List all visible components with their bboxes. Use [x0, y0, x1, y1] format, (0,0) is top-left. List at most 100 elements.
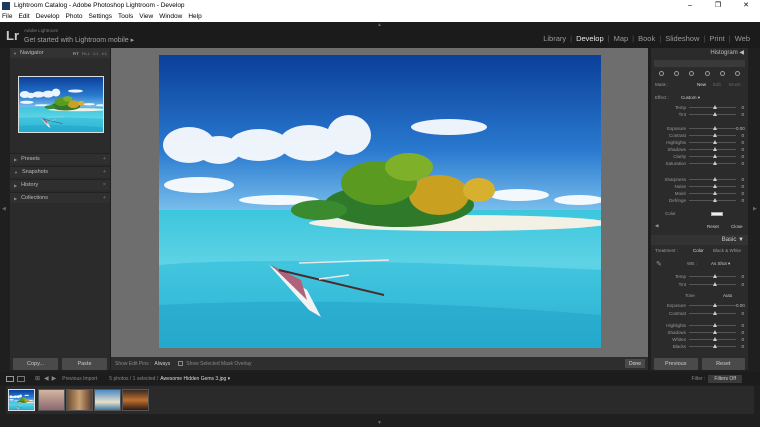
- radial-filter-icon[interactable]: [719, 70, 725, 76]
- slider-value[interactable]: 0: [736, 344, 744, 349]
- slider-track[interactable]: [689, 139, 736, 144]
- slider-blacks[interactable]: Blacks 0: [655, 343, 744, 349]
- slider-knob[interactable]: [712, 153, 717, 158]
- slider-value[interactable]: 0.00: [736, 126, 745, 131]
- slider-track[interactable]: [689, 125, 736, 130]
- histogram-header[interactable]: Histogram ◀: [651, 48, 748, 58]
- slider-track[interactable]: [689, 273, 736, 278]
- slider-value[interactable]: 0: [736, 154, 744, 159]
- zoom-1-1[interactable]: 1:1: [93, 51, 99, 56]
- slider-track[interactable]: [689, 153, 736, 158]
- slider-knob[interactable]: [712, 329, 717, 334]
- mask-new[interactable]: New: [697, 82, 706, 87]
- module-map[interactable]: Map: [610, 34, 633, 43]
- collapse-bottom-arrow-icon[interactable]: ▼: [377, 420, 382, 426]
- slider-value[interactable]: 0: [736, 311, 744, 316]
- module-print[interactable]: Print: [705, 34, 728, 43]
- slider-value[interactable]: 0: [736, 105, 744, 110]
- basic-panel-header[interactable]: Basic ▼: [651, 235, 748, 245]
- slider-temp[interactable]: Temp 0: [655, 273, 744, 279]
- second-window-icon[interactable]: [17, 375, 25, 382]
- mask-close-button[interactable]: Close: [731, 224, 743, 229]
- slider-exposure[interactable]: Exposure 0.00: [655, 302, 745, 308]
- slider-track[interactable]: [689, 190, 736, 195]
- paste-button[interactable]: Paste: [62, 358, 107, 370]
- spot-removal-icon[interactable]: [674, 70, 680, 76]
- slider-track[interactable]: [689, 197, 736, 202]
- slider-value[interactable]: 0: [736, 140, 744, 145]
- slider-tint[interactable]: Tint 0: [655, 281, 744, 287]
- slider-knob[interactable]: [712, 310, 717, 315]
- menu-file[interactable]: File: [2, 13, 12, 20]
- graduated-filter-icon[interactable]: [704, 70, 710, 76]
- slider-track[interactable]: [689, 322, 736, 327]
- slider-moir[interactable]: Moiré 0: [655, 190, 744, 196]
- slider-temp[interactable]: Temp 0: [655, 104, 744, 110]
- filmstrip-thumbnail[interactable]: [94, 389, 121, 411]
- slider-track[interactable]: [689, 336, 736, 341]
- slider-track[interactable]: [689, 329, 736, 334]
- collapse-right-arrow-icon[interactable]: ▶: [753, 206, 757, 212]
- slider-tint[interactable]: Tint 0: [655, 111, 744, 117]
- slider-knob[interactable]: [712, 139, 717, 144]
- slider-contrast[interactable]: Contrast 0: [655, 310, 744, 316]
- slider-knob[interactable]: [712, 160, 717, 165]
- slider-value[interactable]: 0: [736, 323, 744, 328]
- copy-button[interactable]: Copy...: [13, 358, 58, 370]
- slider-knob[interactable]: [712, 176, 717, 181]
- module-library[interactable]: Library: [539, 34, 570, 43]
- adjustment-brush-icon[interactable]: [734, 70, 740, 76]
- slider-knob[interactable]: [712, 281, 717, 286]
- mask-reset-button[interactable]: Reset: [707, 224, 719, 229]
- image-canvas[interactable]: [111, 48, 648, 357]
- mask-brush[interactable]: Brush: [729, 82, 741, 87]
- slider-track[interactable]: [689, 104, 736, 109]
- slider-clarity[interactable]: Clarity 0: [655, 153, 744, 159]
- add-collection-icon[interactable]: +: [103, 195, 106, 201]
- slider-knob[interactable]: [712, 183, 717, 188]
- mask-edit[interactable]: Edit: [713, 82, 721, 87]
- done-button[interactable]: Done: [625, 359, 645, 368]
- menu-window[interactable]: Window: [159, 13, 182, 20]
- slider-value[interactable]: 0: [736, 133, 744, 138]
- slider-knob[interactable]: [712, 125, 717, 130]
- maximize-icon[interactable]: ❐: [704, 0, 732, 11]
- slider-value[interactable]: 0: [736, 274, 744, 279]
- grid-icon[interactable]: ⊞: [35, 375, 40, 382]
- slider-track[interactable]: [689, 160, 736, 165]
- menu-view[interactable]: View: [139, 13, 153, 20]
- history-panel-header[interactable]: ▶ History ×: [10, 179, 110, 190]
- treatment-bw[interactable]: Black & White: [713, 248, 741, 253]
- slider-value[interactable]: 0: [736, 191, 744, 196]
- selected-filename[interactable]: Awesome Hidden Gems 3.jpg ▾: [160, 376, 230, 382]
- mask-overlay-checkbox[interactable]: [178, 361, 184, 366]
- slider-value[interactable]: 0: [736, 112, 744, 117]
- slider-value[interactable]: 0: [736, 177, 744, 182]
- slider-whites[interactable]: Whites 0: [655, 336, 744, 342]
- slider-highlights[interactable]: Highlights 0: [655, 139, 744, 145]
- navigator-preview[interactable]: [18, 76, 104, 133]
- slider-track[interactable]: [689, 343, 736, 348]
- color-swatch[interactable]: [711, 212, 723, 216]
- slider-knob[interactable]: [712, 273, 717, 278]
- slider-defringe[interactable]: Defringe 0: [655, 197, 744, 203]
- slider-value[interactable]: 0: [736, 330, 744, 335]
- reset-button[interactable]: Reset: [701, 358, 745, 370]
- lightroom-mobile-link[interactable]: Get started with Lightroom mobile ▸: [24, 36, 134, 44]
- menu-tools[interactable]: Tools: [118, 13, 133, 20]
- slider-value[interactable]: 0.00: [736, 303, 745, 308]
- slider-value[interactable]: 0: [736, 184, 744, 189]
- treatment-color[interactable]: Color: [693, 248, 704, 253]
- collapse-top-arrow-icon[interactable]: ▲: [377, 22, 382, 28]
- slider-knob[interactable]: [712, 197, 717, 202]
- module-slideshow[interactable]: Slideshow: [661, 34, 703, 43]
- slider-track[interactable]: [689, 310, 736, 315]
- add-preset-icon[interactable]: +: [103, 156, 106, 162]
- previous-button[interactable]: Previous: [654, 358, 698, 370]
- slider-knob[interactable]: [712, 104, 717, 109]
- slider-knob[interactable]: [712, 322, 717, 327]
- module-develop[interactable]: Develop: [572, 34, 608, 43]
- back-arrow-icon[interactable]: ◀: [44, 375, 49, 382]
- slider-knob[interactable]: [712, 343, 717, 348]
- menu-edit[interactable]: Edit: [18, 13, 29, 20]
